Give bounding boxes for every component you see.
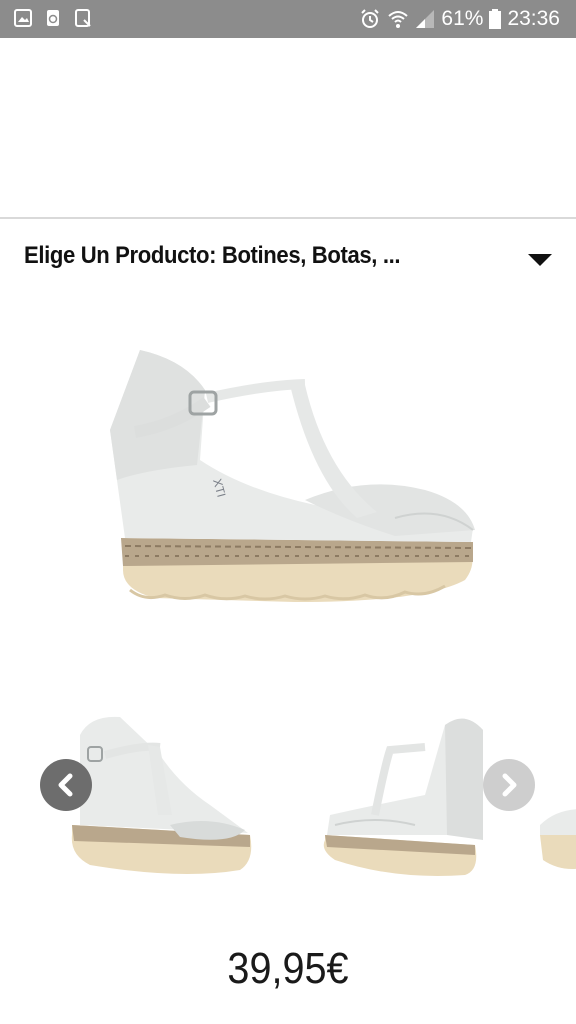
caret-down-icon[interactable] (527, 252, 553, 268)
gallery-icon (14, 9, 32, 27)
product-selector-label: Elige Un Producto: Botines, Botas, ... (24, 242, 401, 269)
chevron-left-icon (58, 773, 73, 797)
battery-icon (489, 9, 502, 29)
product-selector-dropdown[interactable]: Elige Un Producto: Botines, Botas, ... (0, 230, 576, 288)
carousel-next-button[interactable] (483, 759, 535, 811)
wifi-icon (388, 11, 409, 28)
thumbnail-3[interactable] (535, 675, 576, 890)
chevron-right-icon (502, 773, 517, 797)
divider (0, 217, 576, 219)
clock: 23:36 (507, 7, 560, 30)
header-blank-area (0, 38, 576, 217)
battery-percent: 61% (441, 7, 484, 30)
alarm-icon (361, 9, 380, 28)
status-bar: 61% 23:36 (0, 0, 576, 38)
thumbnail-2[interactable] (315, 675, 495, 890)
carousel-prev-button[interactable] (40, 759, 92, 811)
download-icon (75, 9, 91, 27)
product-price: 39,95€ (227, 944, 349, 993)
recycle-icon (47, 10, 59, 26)
main-product-image[interactable]: XTI (95, 340, 485, 610)
signal-icon (416, 10, 435, 28)
